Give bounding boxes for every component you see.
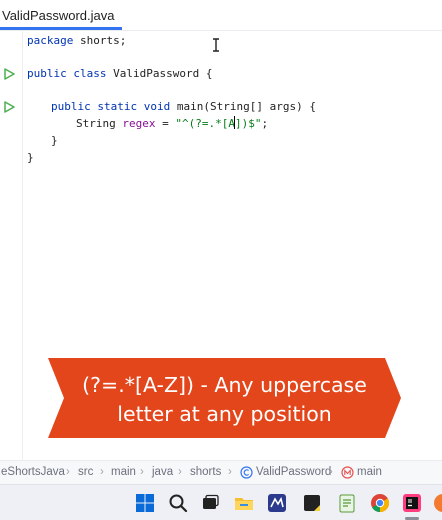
sticky-notes-icon[interactable]	[301, 492, 323, 514]
banner-line-2: letter at any position	[117, 402, 332, 426]
breadcrumb-src[interactable]: src	[78, 466, 93, 478]
breadcrumb: eShortsJava › src › main › java › shorts…	[0, 460, 442, 484]
app-icon[interactable]	[266, 492, 288, 514]
breadcrumb-separator: ›	[329, 466, 333, 478]
breadcrumb-class[interactable]: ValidPassword	[256, 466, 331, 478]
gutter-divider	[22, 31, 23, 460]
breadcrumb-separator: ›	[140, 466, 144, 478]
class-icon	[240, 466, 253, 479]
code-line-1[interactable]: package shorts;	[27, 33, 126, 49]
text-cursor-icon	[213, 38, 219, 52]
banner-caption: (?=.*[A-Z]) - Any uppercase letter at an…	[48, 371, 401, 429]
breadcrumb-separator: ›	[178, 466, 182, 478]
windows-taskbar	[0, 484, 442, 520]
tab-label: ValidPassword.java	[2, 8, 115, 23]
search-icon[interactable]	[167, 492, 189, 514]
code-line-6[interactable]: }	[27, 150, 34, 166]
breadcrumb-shorts[interactable]: shorts	[190, 466, 221, 478]
windows-start-icon[interactable]	[134, 492, 156, 514]
code-line-2[interactable]: public class ValidPassword {	[27, 66, 212, 82]
run-main-icon[interactable]	[3, 101, 15, 113]
run-class-icon[interactable]	[3, 68, 15, 80]
banner-line-1: (?=.*[A-Z]) - Any uppercase	[82, 373, 367, 397]
breadcrumb-main[interactable]: main	[111, 466, 136, 478]
caption-banner: (?=.*[A-Z]) - Any uppercase letter at an…	[48, 358, 401, 438]
tab-valid-password[interactable]: ValidPassword.java	[0, 0, 120, 30]
notepad-icon[interactable]	[336, 492, 358, 514]
breadcrumb-method[interactable]: main	[357, 466, 382, 478]
breadcrumb-java[interactable]: java	[152, 466, 173, 478]
code-line-3[interactable]: public static void main(String[] args) {	[51, 99, 316, 115]
code-line-5[interactable]: }	[51, 133, 58, 149]
other-app-icon[interactable]	[432, 492, 442, 514]
chrome-icon[interactable]	[369, 492, 391, 514]
code-line-4[interactable]: String regex = "^(?=.*[A])$";	[76, 116, 268, 132]
editor-tab-bar: ValidPassword.java	[0, 0, 442, 30]
intellij-icon[interactable]	[401, 492, 423, 514]
method-icon	[341, 466, 354, 479]
file-explorer-icon[interactable]	[233, 492, 255, 514]
task-view-icon[interactable]	[199, 492, 221, 514]
breadcrumb-project[interactable]: eShortsJava	[1, 466, 65, 478]
breadcrumb-separator: ›	[228, 466, 232, 478]
breadcrumb-separator: ›	[100, 466, 104, 478]
breadcrumb-separator: ›	[66, 466, 70, 478]
